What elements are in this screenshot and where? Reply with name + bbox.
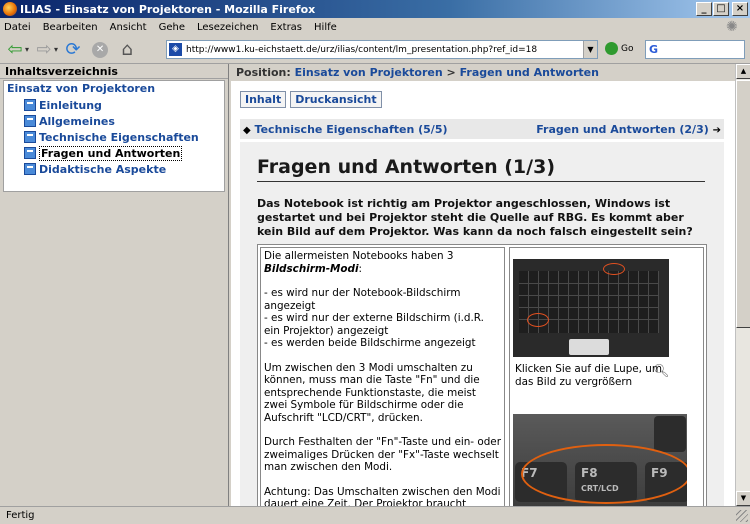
answer-paragraph-2: Um zwischen den 3 Modi umschalten zu kön… bbox=[264, 361, 480, 424]
search-input[interactable]: G bbox=[645, 40, 745, 59]
stop-icon: ✕ bbox=[92, 41, 109, 58]
answer-text-cell: Die allermeisten Notebooks haben 3 Bilds… bbox=[260, 247, 505, 506]
answer-colon: : bbox=[358, 262, 363, 275]
url-history-dropdown-icon[interactable]: ▼ bbox=[583, 41, 597, 58]
close-window-button[interactable]: × bbox=[732, 2, 748, 16]
back-dropdown-icon[interactable]: ▾ bbox=[25, 45, 29, 54]
go-button[interactable]: Go bbox=[605, 42, 633, 55]
breadcrumb-link-root[interactable]: Einsatz von Projektoren bbox=[295, 66, 443, 79]
vertical-scrollbar[interactable]: ▲ ▼ bbox=[735, 64, 750, 506]
menu-hilfe[interactable]: Hilfe bbox=[314, 22, 337, 33]
keyboard-photo bbox=[513, 259, 669, 357]
answer-intro: Die allermeisten Notebooks haben 3 bbox=[264, 250, 454, 262]
page-title: Fragen und Antworten (1/3) bbox=[257, 156, 705, 182]
home-button[interactable]: ⌂ bbox=[115, 39, 139, 61]
maximize-button[interactable]: □ bbox=[713, 2, 729, 16]
image-cell: Klicken Sie auf die Lupe, um das Bild zu… bbox=[509, 247, 704, 506]
page-icon bbox=[24, 99, 36, 111]
back-button[interactable]: ⇦ bbox=[3, 39, 27, 61]
image-caption: Klicken Sie auf die Lupe, um das Bild zu… bbox=[515, 363, 662, 388]
table-of-contents: Einsatz von Projektoren Einleitung Allge… bbox=[3, 80, 225, 192]
view-tabs: Inhalt Druckansicht bbox=[240, 91, 382, 108]
breadcrumb-link-current[interactable]: Fragen und Antworten bbox=[460, 66, 599, 79]
breadcrumb: Position: Einsatz von Projektoren > Frag… bbox=[231, 64, 735, 81]
page-icon bbox=[24, 131, 36, 143]
sidebar: Inhaltsverzeichnis Einsatz von Projektor… bbox=[0, 64, 229, 506]
toc-item-label: Technische Eigenschaften bbox=[39, 130, 199, 144]
resize-grip-icon[interactable] bbox=[736, 510, 748, 522]
highlight-ellipse bbox=[521, 444, 687, 504]
url-text: http://www1.ku-eichstaett.de/urz/ilias/c… bbox=[186, 44, 538, 55]
content-table: Die allermeisten Notebooks haben 3 Bilds… bbox=[257, 244, 707, 506]
menu-bearbeiten[interactable]: Bearbeiten bbox=[43, 22, 98, 33]
status-bar: Fertig bbox=[0, 506, 750, 524]
arrow-left-icon: ◆ bbox=[243, 124, 251, 136]
touchpad bbox=[569, 339, 609, 355]
page-icon bbox=[24, 147, 36, 159]
tab-druckansicht[interactable]: Druckansicht bbox=[290, 91, 382, 108]
scroll-thumb[interactable] bbox=[736, 80, 750, 328]
toc-root-link[interactable]: Einsatz von Projektoren bbox=[4, 81, 224, 97]
mode-list: - es wird nur der Notebook-Bildschirm an… bbox=[264, 287, 484, 349]
toc-item-label: Fragen und Antworten bbox=[39, 145, 183, 161]
window-titlebar: ILIAS - Einsatz von Projektoren - Mozill… bbox=[0, 0, 750, 18]
page-panel: Fragen und Antworten (1/3) Das Notebook … bbox=[240, 142, 724, 506]
next-page-label: Fragen und Antworten (2/3) bbox=[536, 122, 709, 136]
next-page-link[interactable]: Fragen und Antworten (2/3) ➔ bbox=[536, 123, 721, 136]
forward-dropdown-icon[interactable]: ▾ bbox=[54, 45, 58, 54]
prev-page-link[interactable]: ◆ Technische Eigenschaften (5/5) bbox=[243, 123, 448, 136]
go-arrow-icon bbox=[605, 42, 618, 55]
sidebar-header: Inhaltsverzeichnis bbox=[0, 64, 228, 79]
answer-emphasis: Bildschirm-Modi bbox=[264, 262, 359, 275]
page-icon bbox=[24, 115, 36, 127]
scroll-up-icon[interactable]: ▲ bbox=[736, 64, 750, 79]
menu-datei[interactable]: Datei bbox=[4, 22, 31, 33]
question-text: Das Notebook ist richtig am Projektor an… bbox=[257, 197, 693, 238]
breadcrumb-separator: > bbox=[446, 66, 456, 79]
status-text: Fertig bbox=[6, 510, 35, 521]
prev-page-label: Technische Eigenschaften (5/5) bbox=[254, 122, 448, 136]
answer-paragraph-4: Achtung: Das Umschalten zwischen den Mod… bbox=[264, 485, 501, 507]
menu-extras[interactable]: Extras bbox=[270, 22, 302, 33]
photo-key bbox=[654, 416, 686, 452]
breadcrumb-label: Position: bbox=[236, 66, 291, 79]
function-key-photo: F7 F8 CRT/LCD F9 bbox=[513, 414, 687, 506]
minimize-button[interactable]: _ bbox=[696, 2, 712, 16]
window-title: ILIAS - Einsatz von Projektoren - Mozill… bbox=[20, 2, 316, 16]
main-content: Position: Einsatz von Projektoren > Frag… bbox=[231, 64, 735, 506]
answer-paragraph-3: Durch Festhalten der "Fn"-Taste und ein-… bbox=[264, 436, 501, 473]
stop-button[interactable]: ✕ bbox=[88, 39, 112, 61]
toc-item-didaktische-aspekte[interactable]: Didaktische Aspekte bbox=[4, 161, 224, 177]
go-label: Go bbox=[621, 43, 634, 54]
toc-item-label: Didaktische Aspekte bbox=[39, 162, 167, 176]
reload-button[interactable]: ⟳ bbox=[61, 39, 85, 61]
toc-item-label: Einleitung bbox=[39, 98, 102, 112]
site-favicon-icon: ◈ bbox=[169, 43, 182, 56]
toc-item-label: Allgemeines bbox=[39, 114, 115, 128]
highlight-circle-fkey bbox=[603, 263, 625, 275]
toc-item-technische-eigenschaften[interactable]: Technische Eigenschaften bbox=[4, 129, 224, 145]
highlight-circle-fn bbox=[527, 313, 549, 327]
tab-inhalt[interactable]: Inhalt bbox=[240, 91, 287, 108]
scroll-down-icon[interactable]: ▼ bbox=[736, 491, 750, 506]
toc-item-fragen-und-antworten[interactable]: Fragen und Antworten bbox=[4, 145, 224, 161]
page-navigation: ◆ Technische Eigenschaften (5/5) Fragen … bbox=[240, 119, 724, 139]
menu-bar: Datei Bearbeiten Ansicht Gehe Lesezeiche… bbox=[0, 18, 750, 36]
menu-gehe[interactable]: Gehe bbox=[159, 22, 185, 33]
url-bar[interactable]: ◈ http://www1.ku-eichstaett.de/urz/ilias… bbox=[166, 40, 598, 59]
magnifier-icon[interactable]: 🔍︎ bbox=[653, 364, 670, 379]
menu-lesezeichen[interactable]: Lesezeichen bbox=[197, 22, 258, 33]
toc-item-allgemeines[interactable]: Allgemeines bbox=[4, 113, 224, 129]
search-engine-icon: G bbox=[649, 43, 659, 56]
arrow-right-icon: ➔ bbox=[712, 124, 721, 136]
throbber-icon: ✺ bbox=[726, 19, 738, 35]
forward-button[interactable]: ⇨ bbox=[32, 39, 56, 61]
firefox-logo-icon bbox=[3, 2, 17, 16]
toc-item-einleitung[interactable]: Einleitung bbox=[4, 97, 224, 113]
menu-ansicht[interactable]: Ansicht bbox=[110, 22, 147, 33]
page-icon bbox=[24, 163, 36, 175]
